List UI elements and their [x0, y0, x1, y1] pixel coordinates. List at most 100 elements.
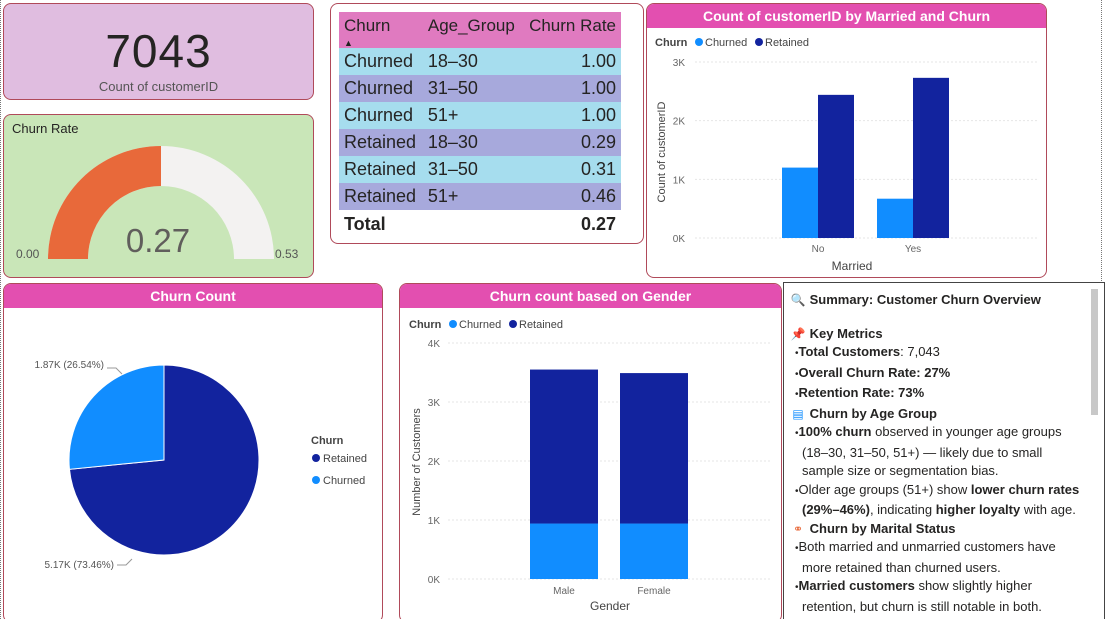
legend-item-churned[interactable]: Churned — [459, 319, 501, 331]
gender-plot-area: 0K 1K 2K 3K 4K Male Female — [428, 339, 772, 597]
list-item: Retention Rate: 73% — [790, 384, 1086, 405]
gauge-churn-rate[interactable]: Churn Rate 0.00 0.53 0.27 — [3, 114, 314, 278]
table-cell: Churned — [339, 48, 423, 75]
legend-item-retained[interactable]: Retained — [519, 319, 563, 331]
y-tick-label: 2K — [673, 117, 686, 128]
table-cell: Retained — [339, 183, 423, 210]
list-item: Married customers show slightly higher r… — [790, 577, 1086, 616]
bar-churned-male[interactable] — [530, 523, 598, 579]
list-item: Total Customers: 7,043 — [790, 343, 1086, 364]
scrollbar-thumb[interactable] — [1091, 289, 1098, 415]
legend-dot-churned — [695, 38, 703, 46]
summary-content: 🔍 Summary: Customer Churn Overview 📌 Key… — [790, 291, 1086, 616]
bar-retained-no[interactable] — [818, 94, 854, 238]
legend-item-churned[interactable]: Churned — [705, 37, 747, 49]
metric-value: : 7,043 — [900, 344, 940, 359]
married-chart-svg: Churn Churned Retained Married Count of … — [655, 37, 1037, 273]
table-row: Churned 31–50 1.00 — [339, 75, 621, 102]
x-tick-label: Yes — [905, 244, 921, 255]
table-total-row: Total 0.27 — [339, 210, 621, 239]
leader-line-retained — [117, 558, 133, 566]
y-tick-label: 3K — [428, 398, 441, 409]
bar-churned-no[interactable] — [782, 167, 818, 238]
table-header-row: Churn Age_Group Churn Rate — [339, 12, 621, 48]
table-cell: Retained — [339, 156, 423, 183]
bar-retained-male[interactable] — [530, 369, 598, 524]
y-axis-label: Number of Customers — [411, 408, 423, 516]
table-row: Retained 18–30 0.29 — [339, 129, 621, 156]
table-cell: 51+ — [422, 102, 522, 129]
pie-slice-churned[interactable] — [68, 364, 165, 470]
married-plot-area: 0K 1K 2K 3K No Yes — [673, 58, 1037, 255]
legend-dot-churned — [449, 320, 457, 328]
table-cell: 1.00 — [521, 48, 621, 75]
gauge-min-label: 0.00 — [16, 247, 40, 261]
section-title: Churn by Age Group — [809, 405, 937, 421]
metric-label: Retention Rate: 73% — [798, 385, 925, 400]
kpi-label: Count of customerID — [98, 79, 219, 94]
table-row: Churned 18–30 1.00 — [339, 48, 621, 75]
summary-title: Summary: Customer Churn Overview — [809, 292, 1041, 307]
table-cell: 1.00 — [521, 102, 621, 129]
y-tick-label: 0K — [428, 575, 441, 586]
kpi-value: 7043 — [105, 25, 212, 77]
section-key-metrics: 📌 Key Metrics — [790, 325, 1086, 344]
table-row: Retained 51+ 0.46 — [339, 183, 621, 210]
table-cell: 1.00 — [521, 75, 621, 102]
x-axis-label: Married — [832, 259, 873, 273]
legend-title: Churn — [409, 319, 442, 331]
body-text: Older age groups (51+) show — [798, 481, 971, 497]
legend-title: Churn — [311, 435, 344, 447]
total-value: 0.27 — [521, 210, 621, 239]
married-churn-chart[interactable]: Count of customerID by Married and Churn… — [646, 3, 1047, 278]
matrix-table: Churn Age_Group Churn Rate Churned 18–30… — [339, 12, 621, 239]
churn-rate-table[interactable]: Churn Age_Group Churn Rate Churned 18–30… — [330, 3, 644, 244]
section-title: Key Metrics — [809, 325, 883, 341]
x-tick-label: No — [812, 244, 825, 255]
gender-churn-chart[interactable]: Churn count based on Gender Churn Churne… — [399, 283, 782, 619]
data-label-churned: 1.87K (26.54%) — [35, 360, 105, 371]
gender-chart-svg: Churn Churned Retained Gender Number of … — [409, 319, 772, 613]
bar-churned-female[interactable] — [620, 523, 688, 579]
gauge-svg: 0.00 0.53 0.27 — [16, 146, 299, 261]
pushpin-icon: 📌 — [790, 326, 806, 341]
legend-dot-retained — [755, 38, 763, 46]
summary-textbox[interactable]: 🔍 Summary: Customer Churn Overview 📌 Key… — [783, 282, 1105, 619]
sort-ascending-icon[interactable]: ▲ — [344, 38, 353, 48]
section-title: Churn by Marital Status — [809, 520, 956, 536]
bar-retained-yes[interactable] — [913, 77, 949, 238]
table-cell: Churned — [339, 75, 423, 102]
y-axis-label: Count of customerID — [656, 102, 668, 203]
y-tick-label: 2K — [428, 457, 441, 468]
column-header-age-group[interactable]: Age_Group — [422, 12, 522, 48]
bold-text: higher loyalty — [935, 502, 1021, 517]
churn-count-pie[interactable]: Churn Count 1.87K (26.54%) 5.17K (73.46%… — [3, 283, 383, 619]
section-age-group: ▤ Churn by Age Group — [790, 405, 1086, 424]
pie-chart-svg: 1.87K (26.54%) 5.17K (73.46%) Churn Reta… — [35, 360, 368, 571]
y-tick-label: 0K — [673, 234, 686, 245]
legend-dot-churned — [312, 476, 320, 484]
legend-title: Churn — [655, 37, 688, 49]
summary-title-row: 🔍 Summary: Customer Churn Overview — [790, 291, 1086, 310]
bar-churned-yes[interactable] — [877, 198, 913, 238]
legend-item-churned[interactable]: Churned — [323, 475, 365, 487]
bold-text: 100% churn — [798, 424, 872, 439]
legend-item-retained[interactable]: Retained — [323, 453, 367, 465]
gauge-value: 0.27 — [126, 222, 190, 259]
list-item: Older age groups (51+) show lower churn … — [790, 481, 1086, 520]
table-cell: 51+ — [422, 183, 522, 210]
magnifier-icon: 🔍 — [790, 293, 806, 307]
x-tick-label: Female — [637, 586, 671, 597]
rings-icon: ⚭ — [792, 521, 804, 536]
metric-label: Overall Churn Rate: 27% — [798, 364, 951, 380]
pie-plot-area — [68, 364, 260, 556]
x-axis-label: Gender — [590, 599, 630, 613]
column-header-churn-rate[interactable]: Churn Rate — [521, 12, 621, 48]
bar-retained-female[interactable] — [620, 373, 688, 524]
kpi-card-customer-count[interactable]: 7043 Count of customerID — [3, 3, 314, 100]
legend-dot-retained — [312, 454, 320, 462]
table-cell: 18–30 — [422, 48, 522, 75]
table-cell-empty — [422, 210, 522, 239]
body-text: Both married and unmarried customers hav… — [798, 539, 1056, 575]
legend-item-retained[interactable]: Retained — [765, 37, 809, 49]
